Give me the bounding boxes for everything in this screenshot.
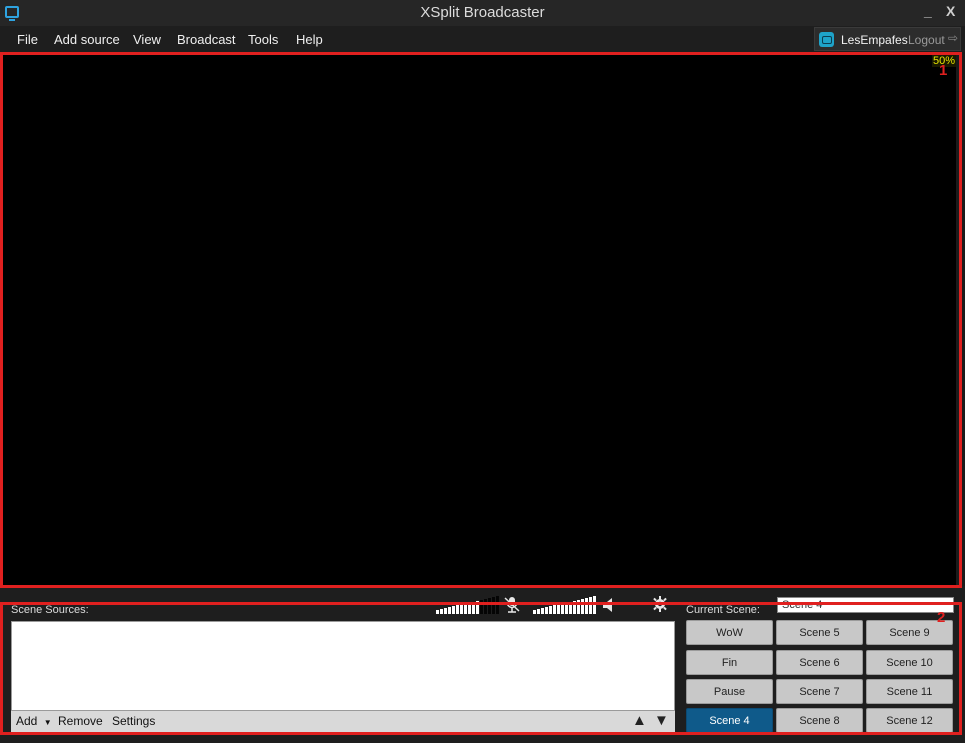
user-name: LesEmpafes: [841, 33, 908, 47]
user-account: LesEmpafes Logout ⇨: [814, 27, 961, 51]
logout-link[interactable]: Logout: [908, 33, 945, 47]
annotation-box-1: [0, 52, 962, 588]
title-bar: XSplit Broadcaster _ X: [0, 0, 965, 26]
annotation-label-2: 2: [937, 609, 946, 626]
window-title: XSplit Broadcaster: [420, 4, 545, 21]
logout-arrow-icon[interactable]: ⇨: [948, 31, 958, 45]
close-button[interactable]: X: [946, 3, 955, 19]
menu-broadcast[interactable]: Broadcast: [177, 32, 236, 47]
user-avatar-icon: [819, 32, 834, 47]
menu-file[interactable]: File: [17, 32, 38, 47]
annotation-label-1: 1: [939, 62, 948, 79]
annotation-box-2: [0, 602, 962, 735]
minimize-button[interactable]: _: [924, 3, 932, 19]
menu-view[interactable]: View: [133, 32, 161, 47]
menu-add-source[interactable]: Add source: [54, 32, 120, 47]
menu-help[interactable]: Help: [296, 32, 323, 47]
menu-tools[interactable]: Tools: [248, 32, 278, 47]
